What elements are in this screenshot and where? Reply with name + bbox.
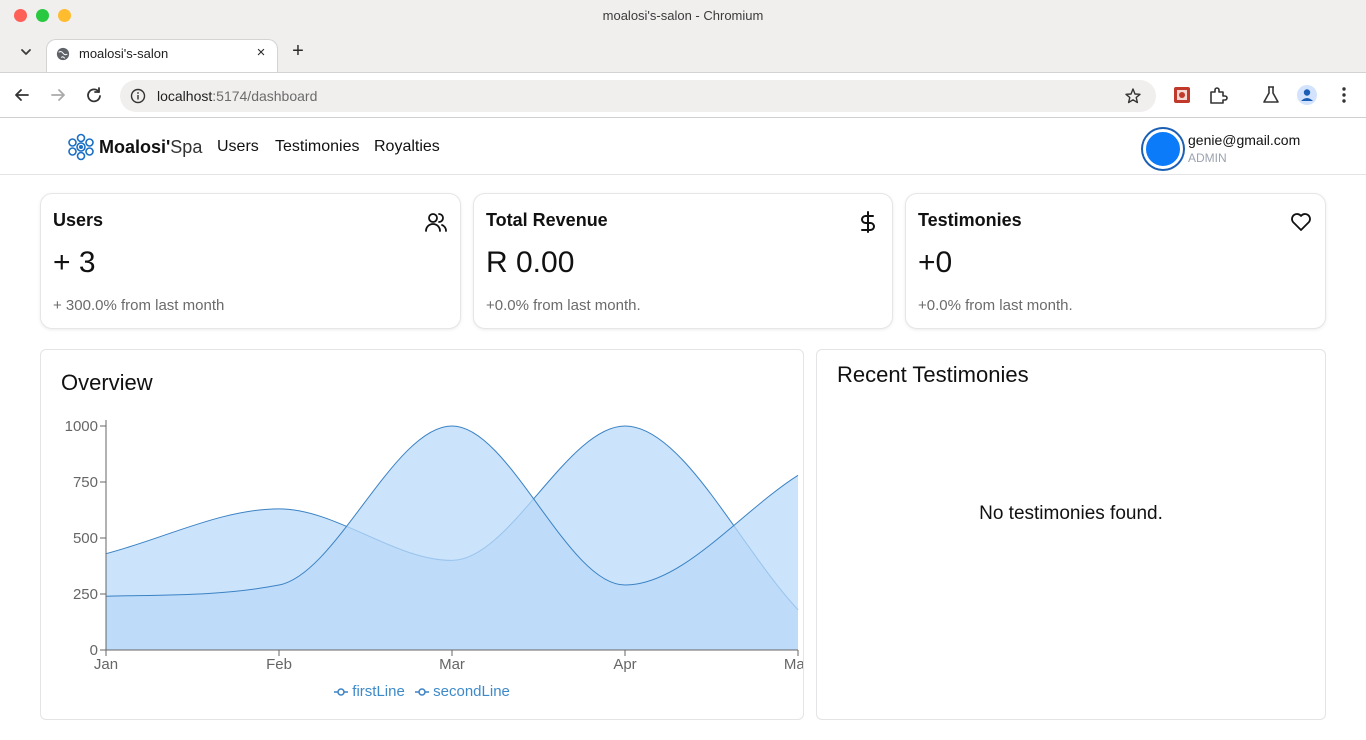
nav-link-royalties[interactable]: Royalties [374,138,440,156]
reload-button[interactable] [83,84,105,106]
info-icon[interactable] [130,88,146,104]
x-tick-label: May [784,656,803,673]
browser-menu-button[interactable] [1333,84,1355,106]
app-navbar: Moalosi'Spa Users Testimonies Royalties … [0,119,1366,175]
legend-item-first[interactable]: firstLine [334,683,405,700]
url-path: :5174/dashboard [212,88,318,104]
back-button[interactable] [11,84,33,106]
brand-bold: Moalosi' [99,137,171,157]
overview-panel: Overview 02505007501000JanFebMarAprMay f… [40,349,804,720]
star-icon[interactable] [1124,87,1142,105]
more-vertical-icon [1342,87,1346,103]
card-subtext: + 300.0% from last month [53,297,225,314]
arrow-right-icon [51,89,65,101]
card-value: R 0.00 [486,246,575,279]
window-titlebar: moalosi's-salon - Chromium [0,0,1366,32]
overview-area-chart: 02505007501000JanFebMarAprMay [65,418,803,673]
users-stat-card: Users + 3 + 300.0% from last month [40,193,461,329]
testimonies-stat-card: Testimonies +0 +0.0% from last month. [905,193,1326,329]
card-value: + 3 [53,246,96,279]
y-tick-label: 750 [73,474,98,491]
card-subtext: +0.0% from last month. [486,297,641,314]
chart-legend: firstLine secondLine [41,683,803,700]
extension-button[interactable] [1171,84,1193,106]
tab-title: moalosi's-salon [79,46,169,61]
legend-label: firstLine [352,683,405,700]
recent-testimonies-panel: Recent Testimonies No testimonies found. [816,349,1326,720]
card-value: +0 [918,246,953,279]
legend-item-second[interactable]: secondLine [414,683,510,700]
profile-button[interactable] [1296,84,1318,106]
profile-icon [1297,85,1317,105]
y-tick-label: 250 [73,586,98,603]
reload-icon [87,87,101,103]
recent-testimonies-title: Recent Testimonies [837,362,1029,387]
tab-search-button[interactable] [16,42,36,62]
brand-name[interactable]: Moalosi'Spa [99,137,202,158]
nav-link-users[interactable]: Users [217,138,259,156]
browser-tab[interactable]: moalosi's-salon × [46,39,278,73]
globe-icon [56,47,70,61]
avatar[interactable] [1143,129,1183,169]
url-host: localhost [157,88,213,104]
spa-logo-icon[interactable] [66,133,96,161]
x-tick-label: Feb [266,656,292,673]
arrow-left-icon [15,89,29,101]
card-title: Testimonies [918,210,1022,230]
card-title: Total Revenue [486,210,608,230]
extension-app-icon [1174,87,1190,103]
address-bar[interactable]: localhost:5174/dashboard [120,80,1156,112]
y-tick-label: 1000 [65,418,98,435]
browser-toolbar: localhost:5174/dashboard [0,72,1366,118]
brand-light: Spa [170,137,203,157]
heart-icon [1291,213,1311,231]
x-tick-label: Apr [613,656,636,673]
legend-label: secondLine [433,683,510,700]
x-tick-label: Jan [94,656,118,673]
chevron-down-icon [21,49,31,55]
revenue-stat-card: Total Revenue R 0.00 +0.0% from last mon… [473,193,893,329]
y-tick-label: 500 [73,530,98,547]
nav-link-testimonies[interactable]: Testimonies [275,138,359,156]
dollar-icon [861,211,875,233]
x-tick-label: Mar [439,656,465,673]
card-title: Users [53,210,104,230]
empty-state-text: No testimonies found. [979,503,1163,524]
puzzle-icon [1210,87,1228,104]
tab-close-button[interactable]: × [253,45,269,61]
flask-icon [1263,86,1279,103]
user-email: genie@gmail.com [1188,132,1301,148]
tab-strip: moalosi's-salon × + [0,32,1366,73]
new-tab-button[interactable]: + [288,41,308,61]
card-subtext: +0.0% from last month. [918,297,1073,314]
legend-line-marker-icon [414,688,429,696]
url-text[interactable]: localhost:5174/dashboard [157,88,317,104]
user-role: ADMIN [1188,151,1227,165]
users-icon [425,213,447,232]
forward-button[interactable] [47,84,69,106]
legend-line-marker-icon [334,688,349,696]
window-title: moalosi's-salon - Chromium [602,8,764,23]
extensions-menu-button[interactable] [1207,84,1229,106]
labs-button[interactable] [1260,84,1282,106]
